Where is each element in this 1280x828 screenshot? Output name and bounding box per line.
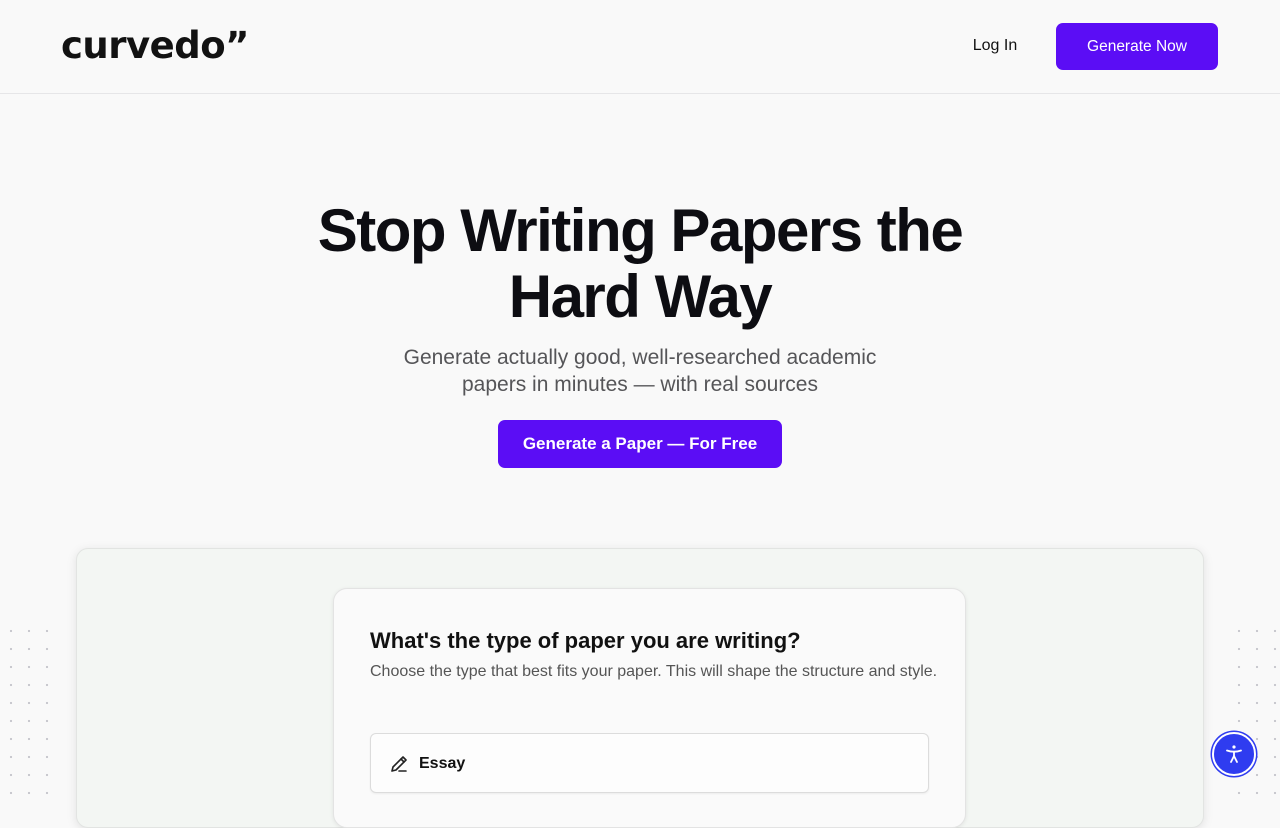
hero-subtitle-line-2: papers in minutes — with real sources bbox=[462, 373, 818, 396]
hero-title-line-1: Stop Writing Papers the bbox=[317, 197, 964, 264]
hero-title: Stop Writing Papers the Hard Way bbox=[240, 198, 1040, 330]
paper-type-option-label: Essay bbox=[419, 755, 466, 772]
pencil-icon bbox=[389, 754, 409, 774]
logo[interactable]: curvedo” bbox=[61, 22, 249, 70]
login-link[interactable]: Log In bbox=[950, 23, 1040, 69]
accessibility-button[interactable] bbox=[1212, 732, 1256, 776]
hero-title-line-2: Hard Way bbox=[508, 263, 773, 330]
paper-type-question: What's the type of paper you are writing… bbox=[370, 628, 801, 653]
generate-now-button[interactable]: Generate Now bbox=[1056, 23, 1218, 70]
generate-paper-button[interactable]: Generate a Paper — For Free bbox=[498, 420, 782, 468]
site-header: curvedo” Log In Generate Now bbox=[0, 0, 1280, 94]
accessibility-icon bbox=[1226, 745, 1242, 763]
dot-pattern-left bbox=[2, 622, 50, 802]
hero-subtitle-line-1: Generate actually good, well-researched … bbox=[403, 346, 877, 369]
hero-subtitle: Generate actually good, well-researched … bbox=[360, 344, 920, 398]
paper-type-description: Choose the type that best fits your pape… bbox=[370, 663, 938, 680]
paper-type-option-essay[interactable]: Essay bbox=[370, 733, 929, 793]
